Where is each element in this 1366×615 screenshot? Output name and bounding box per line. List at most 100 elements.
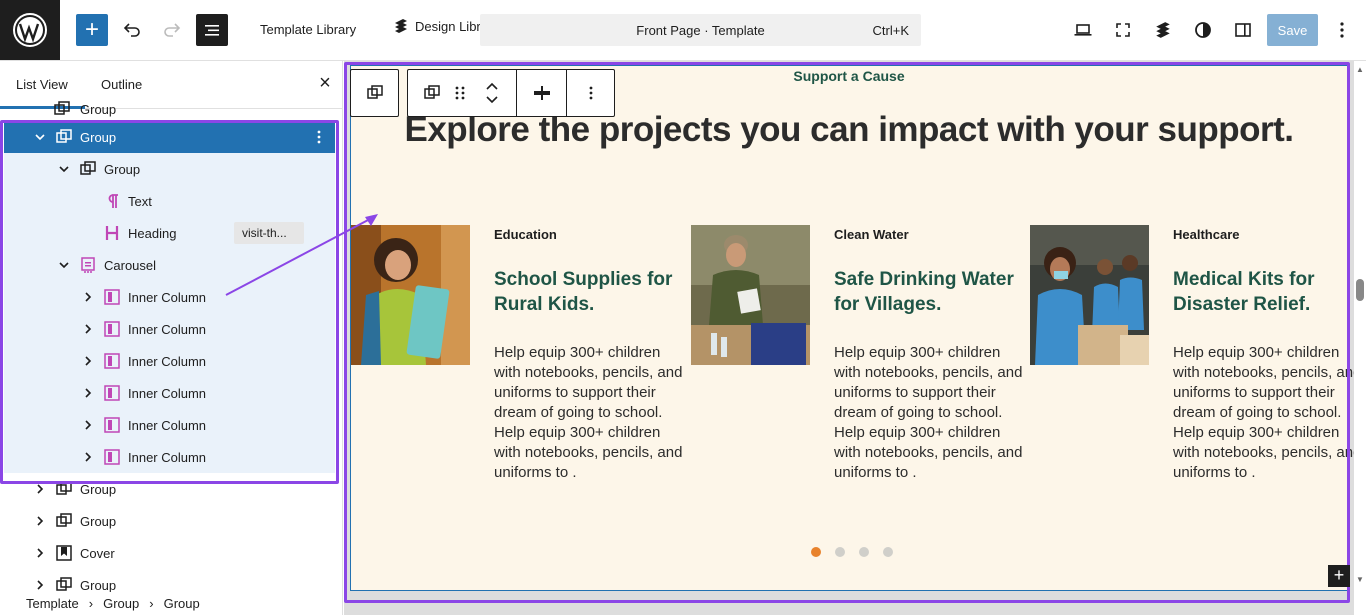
column-icon [102,287,122,307]
add-block-button[interactable]: + [76,14,108,46]
group-icon [424,85,440,99]
card-category: Clean Water [834,227,909,242]
fullscreen-button[interactable] [1107,14,1139,46]
carousel-dots [811,547,893,557]
card-description: Help equip 300+ children with notebooks,… [1173,344,1354,481]
template-library-button[interactable]: Template Library [260,22,356,37]
wordpress-logo-button[interactable] [0,0,60,60]
command-palette-bar[interactable]: Front Page · Template Ctrl+K [480,14,921,46]
carousel-card[interactable]: Healthcare Medical Kits for Disaster Rel… [1030,225,1354,485]
undo-button[interactable] [116,14,148,46]
list-item-label: Inner Column [128,321,207,337]
list-item[interactable]: Heading visit-th... [0,217,342,249]
chevron-right-icon[interactable] [32,577,48,593]
card-image-healthcare[interactable] [1030,225,1149,365]
chevron-right-icon[interactable] [32,481,48,497]
scroll-down-icon[interactable]: ▼ [1356,575,1364,584]
chevron-down-icon[interactable] [56,257,72,273]
carousel-dot[interactable] [859,547,869,557]
list-item-label: Group [80,101,117,117]
list-item[interactable]: Inner Column [0,345,342,377]
scrollbar-thumb[interactable] [1356,279,1364,301]
list-item-selected-group[interactable]: Group [4,121,335,153]
list-item[interactable]: Cover [0,537,342,569]
stackable-settings-button[interactable] [1147,14,1179,46]
carousel-dot-active[interactable] [811,547,821,557]
card-image-education[interactable] [351,225,470,365]
carousel-dot[interactable] [835,547,845,557]
list-item[interactable]: Inner Column [0,409,342,441]
block-options-button[interactable] [568,70,614,116]
list-item[interactable]: Carousel [0,249,342,281]
drag-handle[interactable] [450,70,470,116]
card-title: School Supplies for Rural Kids. [494,269,673,315]
device-preview-button[interactable] [1067,14,1099,46]
list-item[interactable]: Inner Column [0,377,342,409]
list-item-label: Inner Column [128,353,207,369]
carousel-dot[interactable] [883,547,893,557]
chevron-down-icon[interactable] [32,129,48,145]
chevron-right-icon: › [149,596,154,611]
card-description: Help equip 300+ children with notebooks,… [494,344,683,481]
alignment-button[interactable] [518,70,566,116]
card-image-clean-water[interactable] [691,225,810,365]
undo-icon [123,23,140,37]
chevron-down-icon[interactable] [485,94,499,104]
settings-sidebar-button[interactable] [1227,14,1259,46]
list-item[interactable]: Group [0,473,342,505]
heading-icon [102,223,122,243]
scroll-up-icon[interactable]: ▲ [1356,65,1364,74]
options-menu-button[interactable] [1326,14,1358,46]
chevron-right-icon[interactable] [32,513,48,529]
breadcrumb-item[interactable]: Group [103,596,139,611]
tab-list-view[interactable]: List View [16,77,68,92]
chevron-right-icon[interactable] [80,321,96,337]
move-block-buttons[interactable] [478,70,506,116]
selected-group-section[interactable]: Support a Cause Explore the projects you… [350,65,1354,591]
carousel-card[interactable]: Education School Supplies for Rural Kids… [351,225,691,485]
card-title: Safe Drinking Water for Villages. [834,269,1014,315]
breadcrumb-item[interactable]: Group [164,596,200,611]
chevron-up-icon[interactable] [485,82,499,92]
chevron-right-icon[interactable] [80,289,96,305]
chevron-right-icon[interactable] [32,545,48,561]
chevron-right-icon[interactable] [80,449,96,465]
styles-button[interactable] [1187,14,1219,46]
toolbar-separator [566,70,567,116]
tab-outline[interactable]: Outline [101,77,142,92]
list-item[interactable]: Group [0,505,342,537]
fullscreen-icon [1116,23,1130,37]
list-item-label: Inner Column [128,417,207,433]
card-title: Medical Kits for Disaster Relief. [1173,269,1315,315]
select-parent-block-button[interactable] [350,69,399,117]
chevron-down-icon[interactable] [56,161,72,177]
list-item-label: Inner Column [128,449,207,465]
close-sidebar-button[interactable]: × [315,73,335,93]
block-options-icon[interactable] [309,127,329,147]
list-item[interactable]: Inner Column [0,281,342,313]
redo-button[interactable] [156,14,188,46]
group-icon [54,511,74,531]
carousel-icon [78,255,98,275]
carousel-card[interactable]: Clean Water Safe Drinking Water for Vill… [691,225,1031,485]
block-type-button[interactable] [418,70,446,116]
group-icon [366,85,383,99]
list-item[interactable]: Inner Column [0,313,342,345]
list-item[interactable]: Text [0,185,342,217]
chevron-right-icon[interactable] [80,385,96,401]
chevron-right-icon: › [88,596,94,611]
list-view-toggle-button[interactable] [196,14,228,46]
breadcrumb-item[interactable]: Template [26,596,79,611]
save-button[interactable]: Save [1267,14,1318,46]
list-item[interactable]: Inner Column [0,441,342,473]
add-block-inserter-button[interactable]: + [1328,565,1350,587]
editor-topbar: + Template Library Design Library Front … [0,0,1366,61]
list-item[interactable]: Group [0,153,342,185]
wordpress-icon [13,13,47,47]
list-item-label: Group [80,513,117,529]
chevron-right-icon[interactable] [80,353,96,369]
stackable-icon [395,19,407,33]
list-item-label: Inner Column [128,289,207,305]
canvas-scrollbar[interactable]: ▲ ▼ [1354,61,1366,615]
chevron-right-icon[interactable] [80,417,96,433]
